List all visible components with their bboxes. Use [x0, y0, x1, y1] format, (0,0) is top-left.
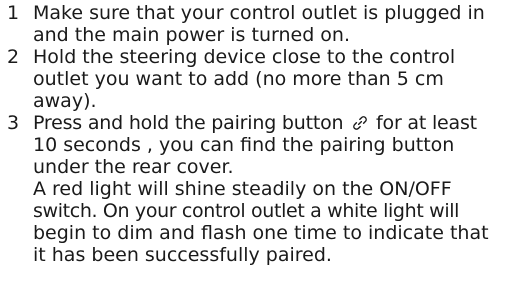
step-text: Hold the steering device close to the co… — [33, 46, 527, 112]
step-text: Make sure that your control outlet is pl… — [33, 2, 527, 46]
step-line: Press and hold the pairing button for at… — [33, 112, 527, 134]
step-line: 10 seconds , you can find the pairing bu… — [33, 134, 455, 156]
step-number: 3 — [7, 112, 20, 134]
step-line: begin to dim and flash one time to indic… — [33, 222, 489, 244]
step-line-start: Press and hold the pairing button — [33, 112, 350, 134]
step-line: A red light will shine steadily on the O… — [33, 178, 452, 200]
step-line: under the rear cover. — [33, 156, 234, 178]
step-line: away). — [33, 90, 97, 112]
step-line: switch. On your control outlet a white l… — [33, 200, 460, 222]
step-number: 2 — [7, 46, 20, 68]
step-line: it has been successfully paired. — [33, 244, 332, 266]
link-icon — [351, 114, 369, 132]
step-line-end: for at least — [370, 112, 477, 134]
step-text: Press and hold the pairing button for at… — [33, 112, 527, 266]
step-line: Hold the steering device close to the co… — [33, 46, 456, 68]
step-line: and the main power is turned on. — [33, 24, 351, 46]
step-line: outlet you want to add (no more than 5 c… — [33, 68, 444, 90]
step-number: 1 — [7, 2, 20, 24]
step-line: Make sure that your control outlet is pl… — [33, 2, 485, 24]
